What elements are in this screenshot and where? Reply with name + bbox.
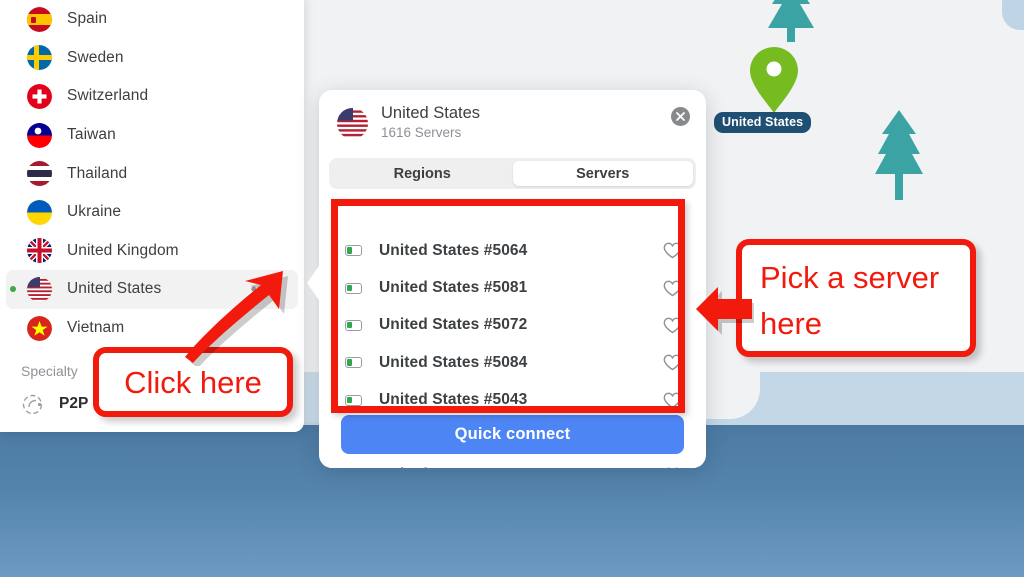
flag-spain-icon (27, 6, 52, 32)
flag-united-states-icon (337, 107, 368, 139)
sidebar-item-label: Thailand (67, 164, 128, 182)
sidebar-item-label: Ukraine (67, 203, 122, 221)
flag-sweden-icon (27, 45, 52, 71)
annotation-text-line1: Pick a server (760, 260, 940, 295)
sidebar-item-switzerland[interactable]: Switzerland (6, 77, 298, 116)
tab-servers[interactable]: Servers (512, 161, 693, 186)
annotation-highlight-rectangle (331, 199, 685, 413)
sidebar-item-label: United Kingdom (67, 241, 179, 259)
popup-server-count: 1616 Servers (381, 125, 462, 140)
sidebar-item-ukraine[interactable]: Ukraine (6, 193, 298, 232)
flag-taiwan-icon (27, 122, 52, 148)
close-icon[interactable] (671, 107, 690, 126)
annotation-arrow-click-here (185, 271, 288, 366)
sidebar-item-label: Sweden (67, 48, 124, 66)
server-list-item[interactable]: United States #5100 (329, 456, 696, 468)
map-pin-icon[interactable] (748, 46, 800, 114)
popup-header: United States 1616 Servers (319, 90, 706, 150)
sidebar-item-label: Switzerland (67, 87, 149, 105)
map-land-peninsula (700, 355, 760, 419)
sidebar-item-united-kingdom[interactable]: United Kingdom (6, 232, 298, 271)
flag-united-states-icon (27, 276, 52, 302)
flag-ukraine-icon (27, 199, 52, 225)
heart-outline-icon[interactable] (663, 467, 682, 468)
map-coast-notch (744, 372, 1024, 416)
popup-tab-group[interactable]: Regions Servers (329, 158, 696, 189)
quick-connect-button[interactable]: Quick connect (341, 415, 684, 454)
annotation-text: Click here (124, 364, 262, 400)
sidebar-item-label: Vietnam (67, 319, 125, 337)
sidebar-item-sweden[interactable]: Sweden (6, 39, 298, 78)
flag-thailand-icon (27, 161, 52, 187)
pine-tree-icon (762, 0, 820, 47)
sidebar-item-label: P2P (59, 395, 89, 413)
sidebar-item-thailand[interactable]: Thailand (6, 154, 298, 193)
p2p-icon (21, 393, 44, 416)
tab-regions[interactable]: Regions (332, 161, 513, 186)
map-pin-label: United States (714, 112, 812, 133)
sidebar-item-label: Spain (67, 10, 108, 28)
sidebar-item-taiwan[interactable]: Taiwan (6, 116, 298, 155)
pine-tree-icon (872, 108, 926, 205)
popup-country-title: United States (381, 104, 481, 122)
server-name: United States #5100 (379, 466, 527, 468)
sidebar-item-spain[interactable]: Spain (6, 0, 298, 39)
flag-united-kingdom-icon (27, 238, 52, 264)
flag-switzerland-icon (27, 83, 52, 109)
sidebar-item-label: United States (67, 280, 162, 298)
sidebar-item-label: Taiwan (67, 126, 116, 144)
vpn-app-window: United States Spain Sweden Switzerland T… (0, 0, 1024, 577)
annotation-arrow-pick-server (696, 287, 754, 335)
annotation-callout-pick-server: Pick a server here (736, 239, 976, 357)
flag-vietnam-icon (27, 315, 52, 341)
connected-status-dot (10, 286, 16, 293)
annotation-text-line2: here (760, 306, 823, 341)
